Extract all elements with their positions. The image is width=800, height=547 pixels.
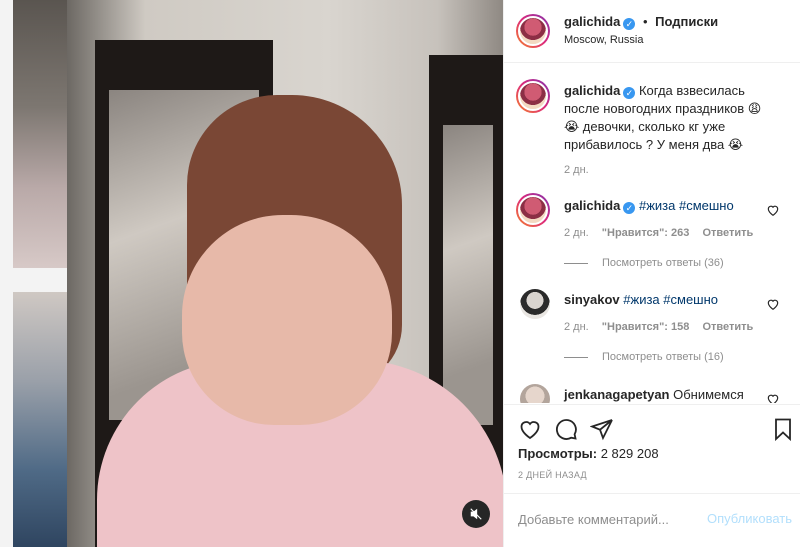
views-value: 2 829 208 [600,446,659,461]
comment-item: jenkanagapetyan Обнимемся [504,380,800,403]
author-username[interactable]: galichida [564,14,620,29]
comment-username[interactable]: galichida [564,198,620,213]
add-comment-bar: Опубликовать [504,493,800,547]
caption-username[interactable]: galichida [564,83,620,98]
comment-reply-button[interactable]: Ответить [702,227,753,239]
caption-avatar[interactable] [516,79,550,113]
views-label: Просмотры: [518,446,598,461]
caption-time: 2 дн. [564,164,589,176]
comment-likes-count[interactable]: "Нравится": 158 [602,321,690,333]
comment-like-heart-icon[interactable] [766,297,780,311]
comment-icon[interactable] [554,417,578,441]
post-side-panel: galichida ✓ • Подписки Moscow, Russia gal… [503,0,800,547]
comment-username[interactable]: jenkanagapetyan [564,387,670,402]
replies-divider [564,262,588,264]
comment-likes-count[interactable]: "Нравится": 263 [602,227,690,239]
comment-text: sinyakov #жиза #смешно [564,291,776,309]
post-actions-bar [504,404,800,449]
comment-meta: 2 дн. "Нравится": 263 Ответить [564,227,763,239]
comment-avatar[interactable] [520,384,550,403]
view-replies-button[interactable]: Посмотреть ответы (36) [564,257,724,269]
previous-post-strip [0,0,67,547]
separator-dot: • [642,14,648,29]
post-video[interactable] [67,0,503,547]
author-avatar[interactable] [516,14,550,48]
comment-username[interactable]: sinyakov [564,292,620,307]
comment-input[interactable] [518,508,698,530]
comment-avatar[interactable] [516,193,550,227]
comment-text: galichida ✓ #жиза #смешно [564,197,776,215]
comment-avatar[interactable] [520,289,550,319]
comment-reply-button[interactable]: Ответить [702,321,753,333]
mute-button[interactable] [462,500,490,528]
video-person-face [182,215,392,425]
verified-badge-icon: ✓ [623,18,636,30]
share-icon[interactable] [590,417,614,441]
comment-text: jenkanagapetyan Обнимемся [564,386,776,403]
comment-time: 2 дн. [564,227,589,239]
following-button[interactable]: Подписки [655,14,718,29]
heart-icon[interactable] [518,417,542,441]
comment-hashtags[interactable]: #жиза #смешно [639,198,734,213]
previous-post-thumbnail[interactable] [13,0,67,268]
verified-badge-icon: ✓ [623,87,636,99]
mute-icon [470,508,482,520]
verified-badge-icon: ✓ [623,202,636,214]
replies-divider [564,356,588,358]
post-header: galichida ✓ • Подписки Moscow, Russia [504,0,800,63]
view-replies-label: Посмотреть ответы (16) [602,351,724,363]
post-date: 2 ДНЕЙ НАЗАД [518,470,587,480]
comment-like-heart-icon[interactable] [766,392,780,403]
comment-time: 2 дн. [564,321,589,333]
comment-body: Обнимемся [673,387,744,402]
comment-like-heart-icon[interactable] [766,203,780,217]
instagram-post-view: galichida ✓ • Подписки Moscow, Russia gal… [0,0,800,547]
comment-hashtags[interactable]: #жиза #смешно [623,292,718,307]
caption-text: galichida ✓ Когда взвесилась после нового… [564,82,776,154]
view-replies-label: Посмотреть ответы (36) [602,257,724,269]
post-media [0,0,503,547]
views-count[interactable]: Просмотры: 2 829 208 [518,446,659,461]
next-post-thumbnail[interactable] [13,292,67,547]
view-replies-button[interactable]: Посмотреть ответы (16) [564,351,724,363]
publish-button[interactable]: Опубликовать [707,511,792,526]
post-location[interactable]: Moscow, Russia [564,34,643,46]
comment-meta: 2 дн. "Нравится": 158 Ответить [564,321,763,333]
bookmark-icon[interactable] [771,417,795,441]
